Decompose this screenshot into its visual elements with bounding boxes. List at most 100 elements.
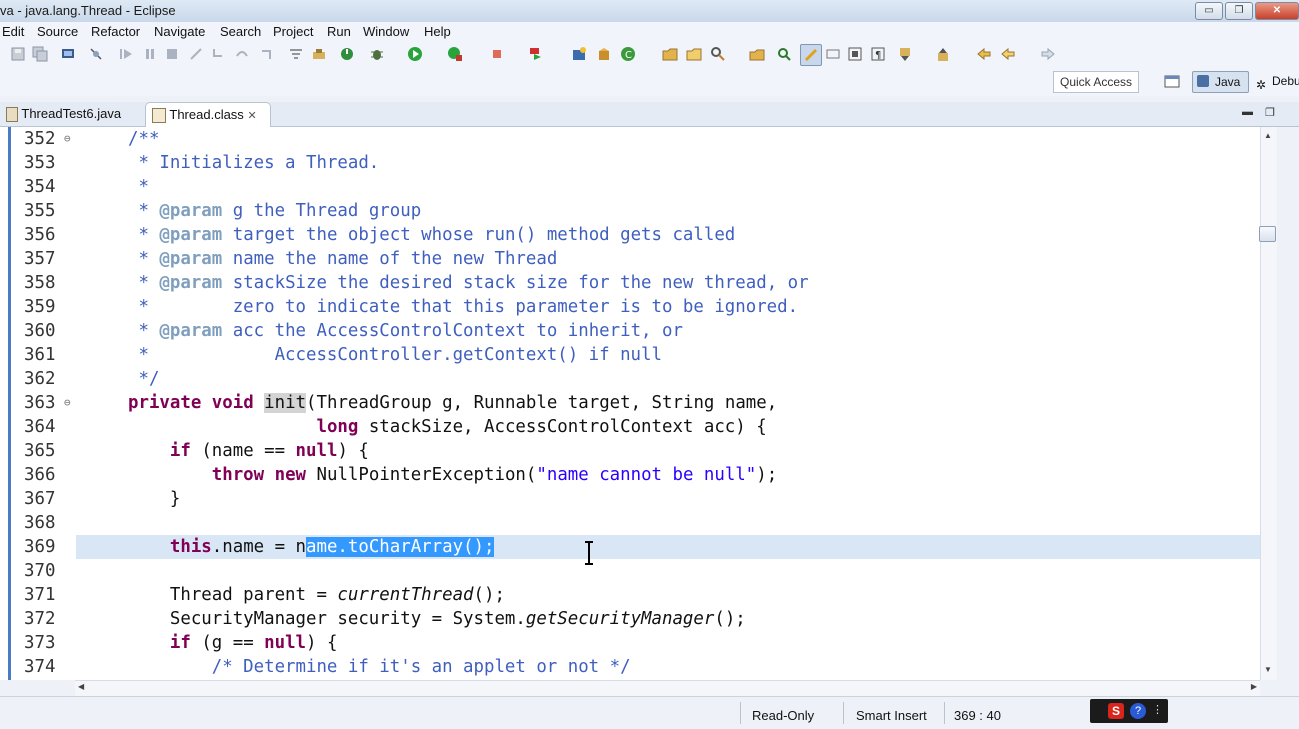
toggle-mark-occurrences-icon[interactable] xyxy=(777,46,793,62)
code-line: 362 */ xyxy=(0,367,1260,391)
code-text: init xyxy=(264,393,307,413)
code-line: 365 if (name == null) { xyxy=(0,439,1260,463)
step-over-icon[interactable] xyxy=(234,46,250,62)
code-text: /* Determine if it's an applet or not */ xyxy=(128,657,631,677)
code-line: 356 * @param target the object whose run… xyxy=(0,223,1260,247)
debug-icon[interactable] xyxy=(369,46,385,62)
horizontal-scrollbar[interactable]: ◀ ▶ xyxy=(75,680,1260,696)
code-text: (name == xyxy=(190,441,296,461)
menu-help[interactable]: Help xyxy=(424,24,451,39)
open-perspective-icon[interactable] xyxy=(749,46,765,62)
save-icon[interactable] xyxy=(10,46,26,62)
code-line: 370 xyxy=(0,559,1260,583)
status-insert-mode: Smart Insert xyxy=(856,708,927,723)
perspective-java[interactable]: Java xyxy=(1192,71,1249,93)
open-task-icon[interactable] xyxy=(686,46,702,62)
skip-breakpoints-icon[interactable] xyxy=(88,46,104,62)
tab-close-icon[interactable]: ✕ xyxy=(247,110,256,122)
ime-icon[interactable]: S xyxy=(1108,703,1124,719)
next-annotation-icon[interactable] xyxy=(897,46,913,62)
external-tools-icon[interactable] xyxy=(311,46,327,62)
new-class-icon[interactable]: C xyxy=(620,46,636,62)
menu-window[interactable]: Window xyxy=(363,24,409,39)
code-text: g the Thread group xyxy=(222,201,422,221)
coverage-icon[interactable] xyxy=(447,46,463,62)
menu-search[interactable]: Search xyxy=(220,24,261,39)
print-icon[interactable] xyxy=(60,46,76,62)
launch-icon[interactable] xyxy=(527,46,543,62)
code-line: 367 } xyxy=(0,487,1260,511)
resume-icon[interactable] xyxy=(118,46,134,62)
open-perspective-button-icon[interactable] xyxy=(1164,73,1180,89)
vertical-scrollbar[interactable]: ▲ ▼ xyxy=(1260,127,1277,680)
show-paragraph-icon[interactable]: ¶ xyxy=(870,46,886,62)
line-number: 370 xyxy=(24,561,56,581)
tab-thread-class[interactable]: Thread.class ✕ xyxy=(145,102,271,127)
minimize-button[interactable]: ▭ xyxy=(1195,2,1223,20)
perspective-java-label: Java xyxy=(1215,75,1241,89)
last-edit-location-icon[interactable] xyxy=(976,46,992,62)
status-readonly: Read-Only xyxy=(752,708,815,723)
perspective-debug[interactable]: ✲ Debu xyxy=(1254,71,1299,91)
fold-icon[interactable]: ⊖ xyxy=(64,127,71,151)
back-icon[interactable] xyxy=(1000,46,1016,62)
scroll-down-icon[interactable]: ▼ xyxy=(1264,665,1272,674)
close-button[interactable]: ✕ xyxy=(1255,2,1299,20)
code-text: @param xyxy=(159,225,223,245)
search-icon[interactable] xyxy=(710,46,726,62)
code-editor[interactable]: 352 ⊖ /** 353 * Initializes a Thread. 354 … xyxy=(0,127,1260,680)
code-text: @param xyxy=(159,201,223,221)
code-text: .name = n xyxy=(211,537,307,557)
menu-run[interactable]: Run xyxy=(327,24,351,39)
line-number: 371 xyxy=(24,585,56,605)
menu-navigate[interactable]: Navigate xyxy=(154,24,205,39)
vertical-scroll-thumb[interactable] xyxy=(1259,226,1276,242)
toggle-block-selection-icon[interactable] xyxy=(825,46,841,62)
use-step-filters-icon[interactable] xyxy=(288,46,304,62)
scroll-right-icon[interactable]: ▶ xyxy=(1251,682,1257,691)
new-package-icon[interactable] xyxy=(596,46,612,62)
highlight-toggle-icon[interactable] xyxy=(800,44,822,66)
minimize-view-icon[interactable]: ▬ xyxy=(1242,106,1253,118)
stop-icon[interactable] xyxy=(489,46,505,62)
maximize-view-icon[interactable]: ❐ xyxy=(1265,106,1275,119)
run-last-tool-icon[interactable] xyxy=(339,46,355,62)
step-return-icon[interactable] xyxy=(258,46,274,62)
code-text: * xyxy=(128,177,149,197)
line-number: 365 xyxy=(24,441,56,461)
tray-menu-icon[interactable]: ⋮ xyxy=(1152,703,1163,716)
open-type-icon[interactable] xyxy=(662,46,678,62)
new-java-project-icon[interactable] xyxy=(571,46,587,62)
code-text: /** xyxy=(128,129,160,149)
menu-refactor[interactable]: Refactor xyxy=(91,24,140,39)
code-line-current: 369 this.name = name.toCharArray(); xyxy=(0,535,1260,559)
run-icon[interactable] xyxy=(407,46,423,62)
previous-annotation-icon[interactable] xyxy=(935,46,951,62)
code-line: 354 * xyxy=(0,175,1260,199)
show-whitespace-icon[interactable] xyxy=(847,46,863,62)
maximize-button[interactable]: ❐ xyxy=(1225,2,1253,20)
quick-access-field[interactable]: Quick Access xyxy=(1053,71,1139,93)
code-text: target the object whose run() method get… xyxy=(222,225,736,245)
code-text: @param xyxy=(159,273,223,293)
scroll-up-icon[interactable]: ▲ xyxy=(1264,131,1272,140)
disconnect-icon[interactable] xyxy=(188,46,204,62)
code-text: } xyxy=(128,489,181,509)
terminate-icon[interactable] xyxy=(164,46,180,62)
forward-icon[interactable] xyxy=(1040,46,1056,62)
fold-icon[interactable]: ⊖ xyxy=(64,391,71,415)
suspend-icon[interactable] xyxy=(142,46,158,62)
scroll-left-icon[interactable]: ◀ xyxy=(78,682,84,691)
step-into-icon[interactable] xyxy=(210,46,226,62)
help-icon[interactable]: ? xyxy=(1130,703,1146,719)
save-all-icon[interactable] xyxy=(32,46,48,62)
menu-source[interactable]: Source xyxy=(37,24,78,39)
menu-edit[interactable]: Edit xyxy=(2,24,24,39)
menu-project[interactable]: Project xyxy=(273,24,313,39)
code-text: ) { xyxy=(337,441,369,461)
tab-threadtest6[interactable]: ThreadTest6.java xyxy=(0,102,146,126)
code-text: new xyxy=(274,465,307,485)
